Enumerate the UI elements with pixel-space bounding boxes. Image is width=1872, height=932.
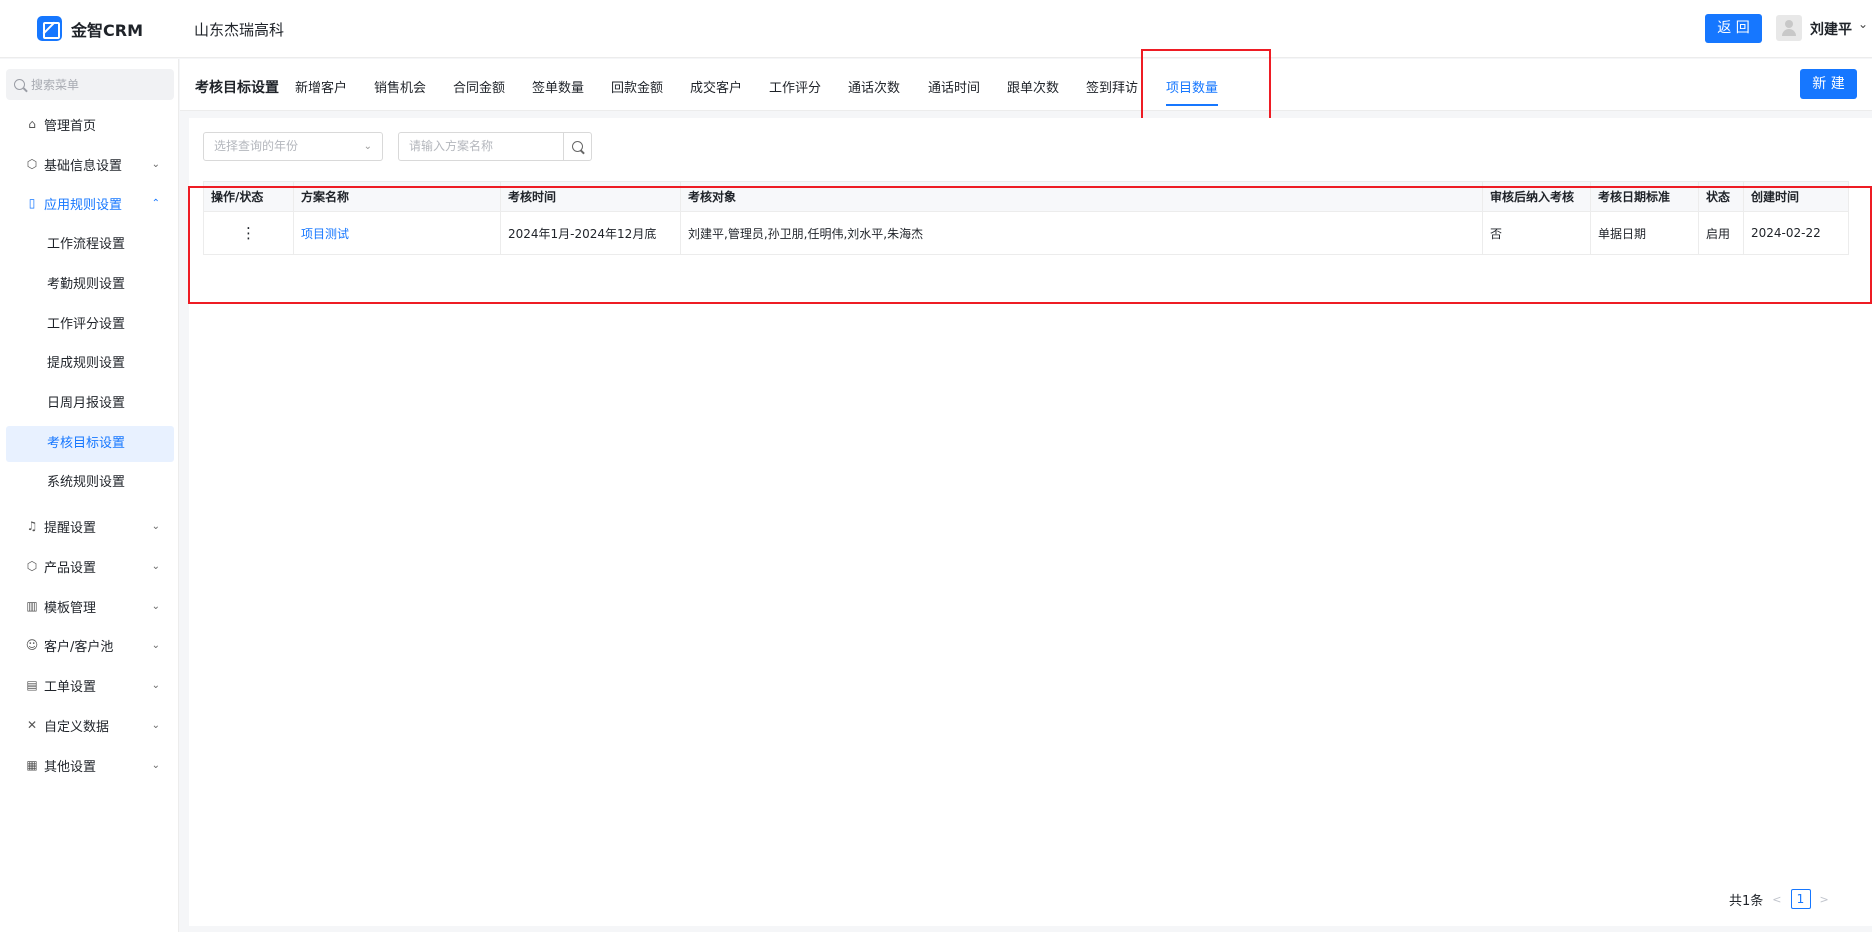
- sidebar-item-label: 其他设置: [44, 759, 97, 775]
- page-number[interactable]: 1: [1790, 889, 1811, 909]
- sidebar-item-templates[interactable]: ▥ 模板管理 ⌄: [6, 588, 174, 624]
- logo-text: 金智CRM: [71, 20, 143, 40]
- sidebar-item-label: 基础信息设置: [44, 158, 123, 174]
- plan-name-input[interactable]: 请输入方案名称: [399, 133, 564, 160]
- top-bar: 金智CRM 山东杰瑞高科 返 回 刘建平 ⌄: [0, 0, 1872, 58]
- back-button[interactable]: 返 回: [1705, 14, 1762, 43]
- chevron-down-icon: ⌄: [151, 719, 160, 731]
- sidebar-item-label: 产品设置: [44, 560, 97, 576]
- chevron-down-icon[interactable]: ⌄: [1858, 17, 1868, 31]
- sidebar-item-home[interactable]: ⌂ 管理首页: [6, 106, 174, 142]
- sidebar-subitem-workflow[interactable]: 工作流程设置: [6, 227, 174, 263]
- tab-call-count[interactable]: 通话次数: [848, 77, 900, 96]
- username[interactable]: 刘建平: [1810, 19, 1852, 39]
- total-count: 共1条: [1729, 893, 1764, 909]
- bell-icon: ♫: [26, 519, 38, 533]
- template-icon: ▥: [26, 599, 38, 613]
- sidebar-item-label: 模板管理: [44, 600, 97, 616]
- tab-new-customers[interactable]: 新增客户: [295, 77, 347, 96]
- tab-bar: 考核目标设置 新增客户 销售机会 合同金额 签单数量 回款金额 成交客户 工作评…: [180, 59, 1872, 111]
- chevron-down-icon: ⌄: [151, 639, 160, 651]
- box-icon: ⬡: [26, 157, 38, 171]
- chevron-down-icon: ⌄: [151, 759, 160, 771]
- tab-payment-amount[interactable]: 回款金额: [611, 77, 663, 96]
- plan-name-search[interactable]: 请输入方案名称: [398, 132, 592, 161]
- sidebar-subitem-system[interactable]: 系统规则设置: [6, 465, 174, 501]
- ticket-icon: ▤: [26, 678, 38, 692]
- sidebar-subitem-attendance[interactable]: 考勤规则设置: [6, 267, 174, 303]
- chevron-left-icon[interactable]: <: [1772, 893, 1781, 906]
- sidebar-item-label: 工单设置: [44, 679, 97, 695]
- chevron-up-icon: ⌃: [151, 197, 160, 209]
- tab-check-in-visits[interactable]: 签到拜访: [1086, 77, 1138, 96]
- tab-work-score[interactable]: 工作评分: [769, 77, 821, 96]
- tab-closed-customers[interactable]: 成交客户: [690, 77, 742, 96]
- year-select-placeholder: 选择查询的年份: [214, 139, 299, 153]
- sidebar-item-label: 客户/客户池: [44, 639, 114, 655]
- sidebar-item-basic-info[interactable]: ⬡ 基础信息设置 ⌄: [6, 146, 174, 182]
- tab-follow-count[interactable]: 跟单次数: [1007, 77, 1059, 96]
- year-select[interactable]: 选择查询的年份 ⌄: [203, 132, 383, 161]
- chevron-down-icon: ⌄: [151, 679, 160, 691]
- tab-contract-amount[interactable]: 合同金额: [453, 77, 505, 96]
- new-button[interactable]: 新 建: [1800, 69, 1857, 99]
- logo-icon: [37, 16, 62, 41]
- search-icon[interactable]: [564, 133, 591, 160]
- grid-icon: ▦: [26, 758, 38, 772]
- document-icon: ▯: [28, 196, 36, 210]
- sidebar-subitem-work-score[interactable]: 工作评分设置: [6, 307, 174, 343]
- sidebar-item-label: 应用规则设置: [44, 197, 123, 213]
- sidebar-item-customers[interactable]: ☺ 客户/客户池 ⌄: [6, 627, 174, 663]
- menu-search-input[interactable]: 搜索菜单: [6, 69, 174, 100]
- sidebar-item-label: 提醒设置: [44, 520, 97, 536]
- tools-icon: ✕: [26, 718, 38, 732]
- chevron-down-icon: ⌄: [363, 141, 372, 152]
- menu-search-placeholder: 搜索菜单: [31, 78, 80, 92]
- sidebar-item-tickets[interactable]: ▤ 工单设置 ⌄: [6, 667, 174, 703]
- tab-call-time[interactable]: 通话时间: [928, 77, 980, 96]
- user-icon: ☺: [25, 638, 39, 652]
- tab-deal-count[interactable]: 签单数量: [532, 77, 584, 96]
- cube-icon: ⬡: [26, 559, 38, 573]
- sidebar-item-reminders[interactable]: ♫ 提醒设置 ⌄: [6, 508, 174, 544]
- sidebar-subitem-assessment[interactable]: 考核目标设置: [6, 426, 174, 462]
- page-title: 考核目标设置: [195, 80, 279, 96]
- sidebar-item-app-rules[interactable]: ▯ 应用规则设置 ⌃: [6, 185, 174, 221]
- sidebar-item-other[interactable]: ▦ 其他设置 ⌄: [6, 747, 174, 783]
- chevron-down-icon: ⌄: [151, 560, 160, 572]
- avatar[interactable]: [1776, 15, 1802, 41]
- chevron-down-icon: ⌄: [151, 158, 160, 170]
- sidebar-item-custom-data[interactable]: ✕ 自定义数据 ⌄: [6, 707, 174, 743]
- search-icon: [14, 79, 25, 90]
- sidebar: 搜索菜单 ⌂ 管理首页 ⬡ 基础信息设置 ⌄ ▯ 应用规则设置 ⌃ 工作流程设置…: [0, 59, 179, 932]
- app-logo[interactable]: 金智CRM: [37, 16, 143, 41]
- highlight-box-table: [188, 186, 1872, 304]
- tab-sales-opportunities[interactable]: 销售机会: [374, 77, 426, 96]
- pagination: 共1条 < 1 >: [1729, 889, 1829, 909]
- sidebar-item-label: 管理首页: [44, 118, 97, 134]
- sidebar-item-label: 自定义数据: [44, 719, 110, 735]
- company-name: 山东杰瑞高科: [194, 21, 285, 39]
- sidebar-subitem-commission[interactable]: 提成规则设置: [6, 346, 174, 382]
- sidebar-subitem-reports[interactable]: 日周月报设置: [6, 386, 174, 422]
- chevron-right-icon[interactable]: >: [1820, 893, 1829, 906]
- sidebar-item-products[interactable]: ⬡ 产品设置 ⌄: [6, 548, 174, 584]
- home-icon: ⌂: [28, 117, 36, 131]
- chevron-down-icon: ⌄: [151, 600, 160, 612]
- chevron-down-icon: ⌄: [151, 520, 160, 532]
